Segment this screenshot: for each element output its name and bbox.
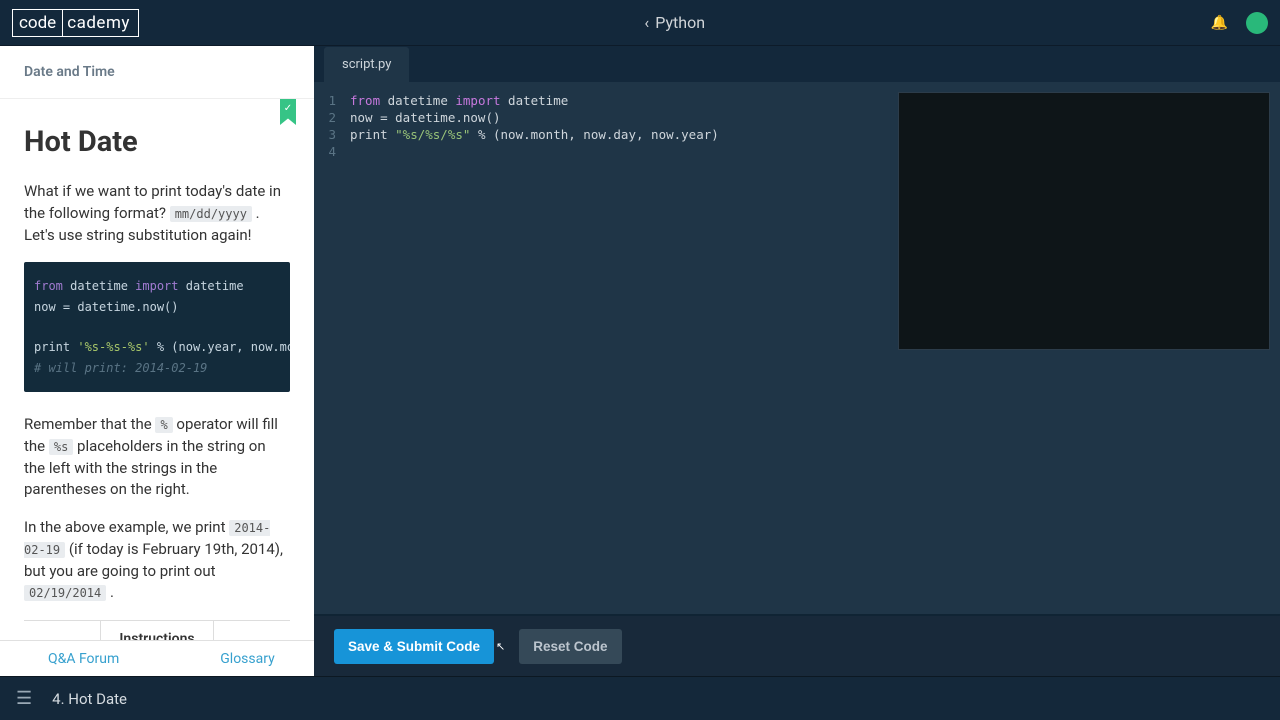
bottom-bar: ☰ 4. Hot Date — [0, 676, 1280, 720]
cursor-icon: ↖ — [496, 640, 505, 653]
instructions-tab-row: Instructions — [24, 620, 290, 640]
lesson-sidebar: Date and Time ✓ Hot Date What if we want… — [0, 46, 314, 676]
file-tab[interactable]: script.py — [324, 47, 409, 82]
logo-box: code — [13, 10, 63, 36]
paragraph-3: In the above example, we print 2014-02-1… — [24, 517, 290, 604]
qa-forum-link[interactable]: Q&A Forum — [0, 651, 181, 667]
reset-code-button[interactable]: Reset Code — [519, 629, 621, 664]
chevron-left-icon: ‹ — [644, 13, 649, 32]
course-name: Python — [655, 13, 705, 32]
intro-paragraph: What if we want to print today's date in… — [24, 181, 290, 246]
editor-tab-row: script.py — [314, 46, 1280, 82]
glossary-link[interactable]: Glossary — [181, 651, 314, 667]
workspace: script.py 1 2 3 4 from datetime import d… — [314, 46, 1280, 676]
example-code-block: from datetime import datetime now = date… — [24, 262, 290, 392]
action-bar: Save & Submit Code ↖ Reset Code — [314, 614, 1280, 676]
section-title: Date and Time — [0, 46, 314, 99]
avatar[interactable] — [1246, 12, 1268, 34]
menu-icon[interactable]: ☰ — [16, 688, 32, 709]
lesson-body: ✓ Hot Date What if we want to print toda… — [0, 99, 314, 640]
course-breadcrumb[interactable]: ‹ Python — [644, 13, 705, 32]
main-area: Date and Time ✓ Hot Date What if we want… — [0, 46, 1280, 676]
complete-bookmark-icon: ✓ — [280, 99, 296, 125]
lesson-indicator: 4. Hot Date — [52, 690, 127, 708]
sidebar-footer: Q&A Forum Glossary — [0, 640, 314, 676]
save-submit-button[interactable]: Save & Submit Code — [334, 629, 494, 664]
paragraph-2: Remember that the % operator will fill t… — [24, 414, 290, 501]
top-bar: code cademy ‹ Python 🔔 — [0, 0, 1280, 46]
bell-icon[interactable]: 🔔 — [1211, 15, 1228, 31]
check-icon: ✓ — [284, 103, 292, 114]
lesson-title: Hot Date — [24, 125, 290, 159]
logo[interactable]: code cademy — [12, 9, 139, 37]
code-editor[interactable]: 1 2 3 4 from datetime import datetimenow… — [314, 82, 1280, 614]
instructions-tab[interactable]: Instructions — [100, 621, 213, 640]
top-right: 🔔 — [1211, 12, 1268, 34]
line-gutter: 1 2 3 4 — [314, 82, 344, 614]
logo-text: cademy — [63, 10, 138, 36]
inline-code: mm/dd/yyyy — [170, 206, 252, 222]
output-panel — [898, 92, 1270, 350]
